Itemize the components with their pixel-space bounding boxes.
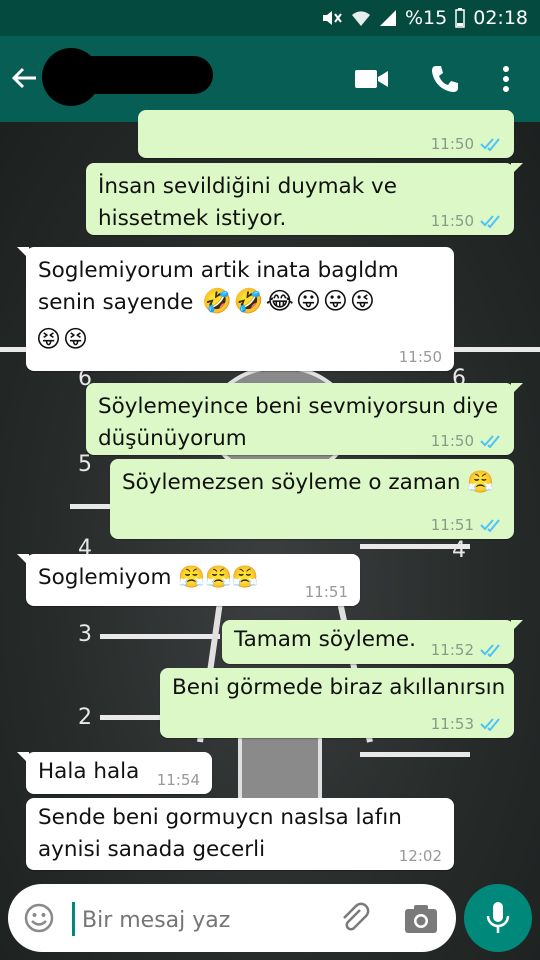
message-text: İnsan sevildiğini duymak ve hissetmek is… bbox=[98, 174, 397, 231]
contact-name[interactable] bbox=[68, 56, 213, 94]
back-arrow-icon[interactable] bbox=[10, 64, 38, 92]
wallpaper-number: 3 bbox=[78, 622, 92, 647]
message-bubble-outgoing[interactable]: Tamam söyleme. 11:52 bbox=[222, 620, 523, 664]
battery-percent: %15 bbox=[405, 7, 448, 29]
message-text: Soglemiyom 😤😤😤 bbox=[38, 565, 259, 590]
emoji-run: 🤣🤣😂😛😛😜 bbox=[202, 287, 377, 315]
message-time: 11:50 bbox=[430, 432, 474, 450]
message-bubble-outgoing[interactable]: İnsan sevildiğini duymak ve hissetmek is… bbox=[86, 163, 523, 235]
video-call-icon[interactable] bbox=[355, 68, 389, 90]
message-time: 11:51 bbox=[304, 583, 348, 601]
double-check-icon bbox=[480, 138, 500, 151]
double-check-icon bbox=[480, 519, 500, 532]
wifi-icon bbox=[352, 11, 370, 26]
wallpaper-number: 2 bbox=[78, 705, 92, 730]
message-time: 11:50 bbox=[430, 212, 474, 230]
emoji-run: 😝😝 bbox=[36, 325, 91, 353]
wallpaper-number: 5 bbox=[78, 452, 92, 477]
bubble-tail bbox=[511, 383, 523, 395]
signal-icon bbox=[380, 10, 396, 26]
message-bubble-incoming[interactable]: Soglemiyorum artik inata bagldm senin sa… bbox=[17, 247, 454, 371]
battery-icon bbox=[455, 8, 465, 28]
wallpaper-number: 4 bbox=[452, 538, 466, 563]
double-check-icon bbox=[480, 215, 500, 228]
bubble-tail bbox=[17, 247, 29, 259]
message-text: Tamam söyleme. bbox=[234, 627, 416, 652]
bubble-tail bbox=[511, 163, 523, 175]
attach-icon[interactable] bbox=[338, 902, 372, 936]
message-text: Beni görmede biraz akıllanırsın bbox=[172, 675, 506, 700]
message-composer bbox=[8, 884, 456, 952]
message-time: 11:50 bbox=[398, 348, 442, 366]
message-bubble-outgoing[interactable]: Beni görmede biraz akıllanırsın 11:53 bbox=[160, 668, 514, 738]
mic-button[interactable] bbox=[464, 884, 532, 952]
message-bubble-incoming[interactable]: Soglemiyom 😤😤😤 11:51 bbox=[17, 554, 360, 606]
message-time: 11:54 bbox=[156, 771, 200, 789]
camera-icon[interactable] bbox=[404, 904, 438, 934]
message-text: Sende beni gormuycn naslsa lafın aynisi … bbox=[38, 805, 402, 862]
bubble-tail bbox=[17, 752, 29, 764]
mute-icon bbox=[323, 11, 342, 25]
mic-icon bbox=[486, 902, 510, 933]
bubble-tail bbox=[511, 620, 523, 632]
double-check-icon bbox=[480, 718, 500, 731]
clock: 02:18 bbox=[473, 7, 528, 29]
message-text: Hala hala bbox=[38, 759, 140, 784]
message-bubble-outgoing[interactable]: Söylemezsen söyleme o zaman 😤 11:51 bbox=[110, 459, 514, 539]
emoji-icon[interactable] bbox=[24, 903, 54, 933]
message-time: 11:53 bbox=[430, 715, 474, 733]
message-bubble-incoming[interactable]: Hala hala 11:54 bbox=[17, 752, 212, 794]
message-time: 12:02 bbox=[398, 847, 442, 865]
message-time: 11:51 bbox=[430, 516, 474, 534]
more-menu-icon[interactable] bbox=[500, 65, 512, 93]
message-bubble-outgoing[interactable]: 11:50 bbox=[138, 110, 514, 158]
message-time: 11:52 bbox=[430, 641, 474, 659]
bubble-tail bbox=[17, 554, 29, 566]
status-bar: %15 02:18 bbox=[0, 0, 540, 36]
wallpaper-line bbox=[100, 715, 160, 720]
text-cursor bbox=[72, 902, 75, 936]
message-input[interactable] bbox=[80, 900, 334, 940]
voice-call-icon[interactable] bbox=[430, 64, 460, 94]
message-bubble-outgoing[interactable]: Söylemeyince beni sevmiyorsun diye düşün… bbox=[86, 383, 523, 455]
message-time: 11:50 bbox=[430, 135, 474, 153]
message-bubble-incoming[interactable]: Sende beni gormuycn naslsa lafın aynisi … bbox=[26, 798, 454, 870]
double-check-icon bbox=[480, 435, 500, 448]
message-text: Söylemezsen söyleme o zaman 😤 bbox=[122, 470, 495, 495]
double-check-icon bbox=[480, 644, 500, 657]
